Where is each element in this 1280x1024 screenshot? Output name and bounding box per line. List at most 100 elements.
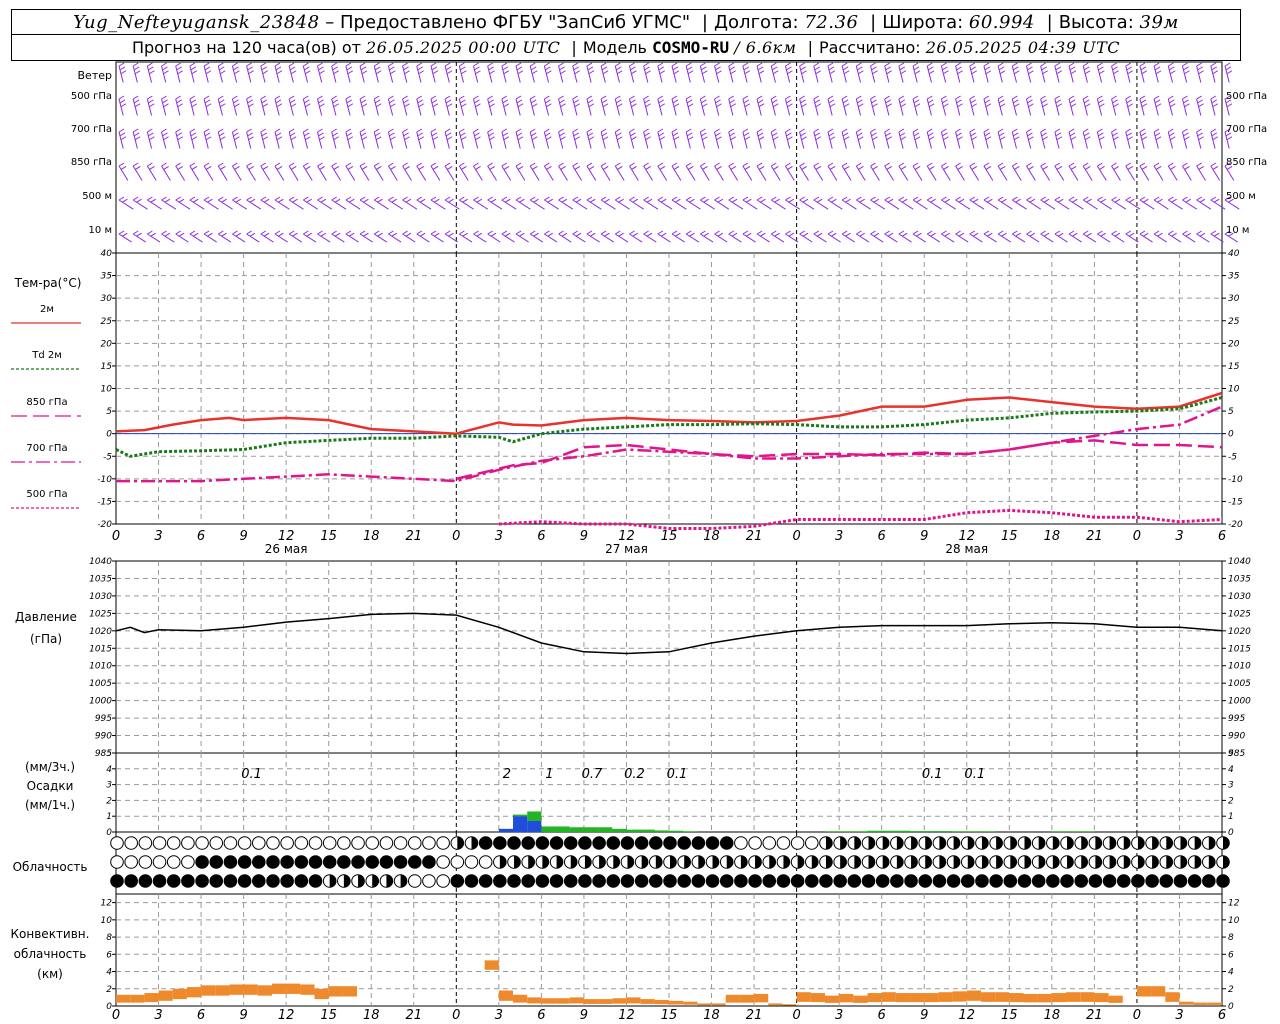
cloud-symbol-half	[1067, 855, 1074, 869]
wind-barb-feather	[913, 132, 920, 137]
y-tick-label-right: 6	[1228, 950, 1234, 960]
wind-barb-staff	[898, 199, 914, 210]
wind-barb-staff	[416, 199, 432, 210]
wind-barb-staff	[317, 233, 331, 243]
cloud-symbol	[578, 874, 592, 888]
wind-barb-feather	[418, 70, 425, 75]
cloud-symbol	[549, 836, 564, 850]
wind-barb-feather	[459, 95, 465, 100]
wind-barb-feather	[943, 165, 949, 170]
cloud-symbol-half	[499, 855, 507, 869]
wind-barb-feather	[164, 232, 171, 237]
wind-barb-feather	[716, 103, 722, 108]
wind-barb-feather	[430, 62, 437, 67]
wind-barb-staff	[700, 199, 715, 210]
wind-barb-feather	[1114, 232, 1121, 237]
wind-barb-feather	[756, 162, 763, 167]
wind-barb-feather	[985, 165, 992, 170]
wind-barb-feather	[430, 230, 437, 235]
precip-bar-green	[839, 831, 854, 833]
cloud-symbol	[734, 874, 748, 888]
wind-barb-feather	[120, 165, 127, 170]
wind-barb-feather	[1086, 232, 1092, 237]
conv-bar	[144, 993, 159, 1003]
wind-barb-feather	[1097, 62, 1103, 67]
y-tick-label-right: 10	[1228, 916, 1240, 926]
wind-barb-feather	[1085, 165, 1091, 170]
wind-barb-feather	[799, 95, 805, 100]
wind-barb-staff	[983, 233, 997, 243]
wind-barb-feather	[275, 66, 282, 71]
wind-barb-feather	[700, 196, 706, 201]
wind-barb-feather	[232, 196, 238, 201]
wind-barb-feather	[515, 230, 522, 235]
wind-barb-feather	[600, 162, 607, 167]
conv-bar	[669, 1000, 684, 1005]
wind-barb-feather	[575, 198, 582, 203]
x-tick-label: 6	[197, 1008, 205, 1023]
conv-unit: (км)	[37, 967, 63, 981]
cloud-symbol	[138, 874, 153, 888]
wind-barb-staff	[246, 199, 262, 210]
cloud-symbol	[748, 836, 762, 850]
wind-barb-feather	[1125, 196, 1132, 201]
conv-bar	[342, 986, 358, 997]
wind-barb-staff	[217, 199, 233, 210]
wind-barb-staff	[615, 233, 629, 243]
wind-barb-staff	[1068, 233, 1082, 243]
wind-barb-feather	[1029, 198, 1036, 203]
wind-barb-feather	[1055, 132, 1062, 137]
wind-barb-feather	[347, 136, 354, 141]
x-tick-label: 9	[580, 1008, 588, 1023]
conv-bar	[1023, 993, 1038, 1003]
wind-barb-feather	[332, 132, 338, 137]
wind-barb-feather	[204, 132, 211, 137]
wind-barb-feather	[912, 162, 919, 167]
wind-barb-feather	[419, 198, 426, 203]
wind-barb-staff	[303, 233, 317, 243]
cloud-symbol-half	[925, 855, 932, 869]
wind-barb-staff	[203, 199, 219, 210]
wind-barb-feather	[1097, 128, 1103, 133]
wind-barb-feather	[1211, 99, 1218, 104]
wind-barb-feather	[1141, 136, 1148, 141]
wind-barb-feather	[673, 165, 680, 170]
wind-barb-staff	[1168, 233, 1182, 243]
wind-barb-feather	[546, 165, 552, 170]
wind-barb-feather	[189, 230, 196, 235]
cloud-symbol	[393, 855, 408, 869]
wind-barb-feather	[658, 99, 665, 104]
wind-barb-feather	[730, 70, 736, 75]
wind-barb-feather	[560, 103, 566, 108]
wind-barb-feather	[546, 70, 552, 75]
wind-barb-feather	[1197, 99, 1203, 104]
wind-barb-feather	[672, 66, 679, 71]
wind-barb-feather	[1153, 162, 1160, 167]
wind-barb-feather	[630, 66, 636, 71]
wind-barb-feather	[1098, 66, 1104, 71]
y-tick-label-right: 0	[1228, 430, 1234, 440]
wind-barb-feather	[1128, 198, 1135, 203]
wind-barb-feather	[969, 62, 976, 67]
conv-bar	[612, 998, 627, 1004]
x-tick-label: 3	[1175, 529, 1183, 544]
wind-barb-feather	[943, 103, 949, 108]
wind-barb-feather	[232, 62, 238, 67]
wind-barb-feather	[375, 103, 382, 108]
wind-barb-feather	[658, 66, 665, 71]
wind-barb-feather	[943, 136, 949, 141]
wind-barb-feather	[898, 230, 905, 235]
cloud-symbol	[549, 874, 564, 888]
wind-barb-feather	[473, 162, 479, 167]
wind-barb-feather	[475, 165, 481, 170]
wind-barb-feather	[1055, 99, 1062, 104]
wind-barb-feather	[616, 99, 622, 104]
wind-barb-feather	[799, 196, 805, 201]
wind-barb-feather	[843, 165, 850, 170]
conv-bar	[839, 993, 854, 1003]
wind-barb-feather	[858, 136, 864, 141]
conv-bar	[910, 993, 925, 1003]
cloud-symbol	[124, 874, 138, 888]
wind-barb-staff	[827, 199, 843, 210]
wind-barb-feather	[728, 95, 734, 100]
